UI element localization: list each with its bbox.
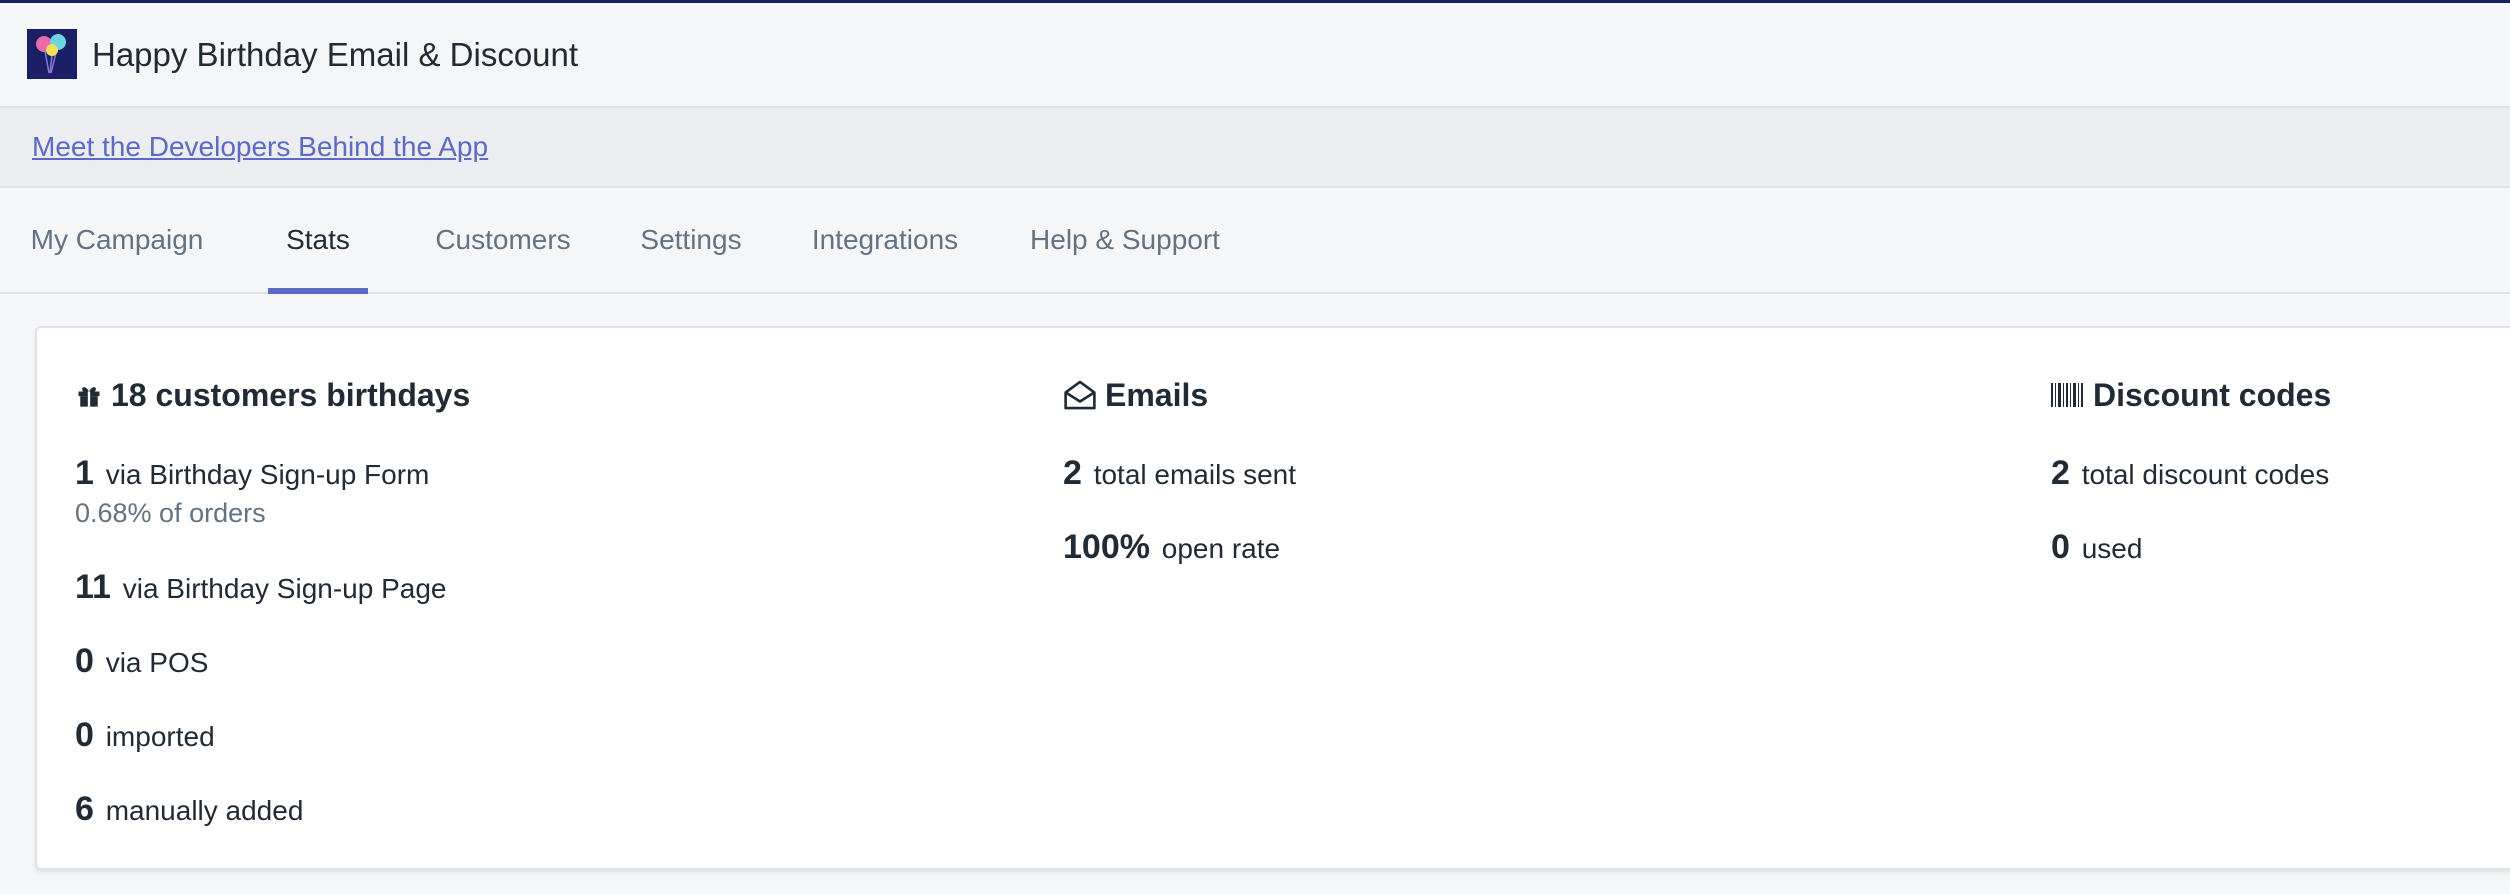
stat-discount-total: 2 total discount codes: [2051, 453, 2329, 495]
stat-value: 0: [2051, 528, 2070, 566]
developer-banner: Meet the Developers Behind the App: [0, 108, 2510, 188]
barcode-icon: [2051, 383, 2083, 407]
stat-label: open rate: [1161, 533, 1281, 564]
stat-value: 0: [75, 642, 94, 680]
tab-stats[interactable]: Stats: [268, 188, 368, 294]
stat-value: 6: [75, 790, 94, 828]
emails-title: Emails: [1105, 376, 1209, 413]
discounts-column: Discount codes 2 total discount codes 0 …: [2051, 373, 2501, 566]
stat-label: via POS: [105, 647, 209, 678]
discounts-heading: Discount codes: [2051, 373, 2501, 417]
stat-label: via Birthday Sign-up Form: [105, 459, 430, 490]
tab-integrations[interactable]: Integrations: [807, 188, 963, 292]
stat-pos: 0 via POS: [75, 641, 208, 683]
tab-label: Settings: [640, 224, 742, 255]
meet-developers-link[interactable]: Meet the Developers Behind the App: [32, 128, 488, 166]
tab-settings[interactable]: Settings: [637, 188, 745, 292]
birthdays-heading: 18 customers birthdays: [75, 373, 975, 417]
tab-bar: My Campaign Stats Customers Settings Int…: [0, 188, 2510, 294]
tab-customers[interactable]: Customers: [433, 188, 573, 292]
envelope-open-icon: [1064, 380, 1096, 410]
tab-my-campaign[interactable]: My Campaign: [28, 188, 206, 292]
gift-icon: [78, 387, 100, 407]
stat-emails-sent: 2 total emails sent: [1063, 453, 1296, 495]
stat-label: imported: [105, 721, 215, 752]
tab-label: My Campaign: [30, 224, 204, 255]
stat-value: 2: [2051, 454, 2070, 492]
stat-value: 1: [75, 454, 94, 492]
stat-value: 100%: [1063, 528, 1150, 566]
stat-value: 2: [1063, 454, 1082, 492]
stat-imported: 0 imported: [75, 715, 215, 757]
active-tab-indicator: [268, 288, 368, 294]
stat-open-rate: 100% open rate: [1063, 527, 1280, 569]
stat-signup-form: 1 via Birthday Sign-up Form: [75, 453, 429, 495]
stat-discount-used: 0 used: [2051, 527, 2142, 569]
app-logo: [27, 29, 77, 79]
app-title: Happy Birthday Email & Discount: [92, 36, 579, 73]
stat-manually-added: 6 manually added: [75, 789, 303, 831]
tab-label: Integrations: [811, 224, 959, 255]
stat-label: manually added: [105, 795, 304, 826]
stat-value: 11: [75, 568, 111, 606]
stats-card: 18 customers birthdays 1 via Birthday Si…: [35, 326, 2510, 870]
tab-label: Help & Support: [1030, 224, 1220, 255]
stat-value: 0: [75, 716, 94, 754]
stat-label: total discount codes: [2081, 459, 2330, 490]
stat-label: used: [2081, 533, 2143, 564]
stat-label: via Birthday Sign-up Page: [122, 573, 447, 604]
emails-heading: Emails: [1063, 373, 1963, 417]
birthdays-column: 18 customers birthdays 1 via Birthday Si…: [75, 373, 975, 829]
tab-label: Stats: [286, 224, 350, 255]
emails-column: Emails 2 total emails sent 100% open rat…: [1063, 373, 1963, 567]
discounts-title: Discount codes: [2093, 376, 2332, 413]
birthdays-title: 18 customers birthdays: [111, 376, 471, 413]
app-header: Happy Birthday Email & Discount: [0, 3, 2510, 108]
orders-percentage: 0.68% of orders: [75, 498, 266, 528]
stat-signup-page: 11 via Birthday Sign-up Page: [75, 567, 446, 609]
balloons-icon: [27, 29, 77, 79]
tab-help-support[interactable]: Help & Support: [1025, 188, 1225, 292]
tab-label: Customers: [435, 224, 571, 255]
stat-label: total emails sent: [1093, 459, 1297, 490]
